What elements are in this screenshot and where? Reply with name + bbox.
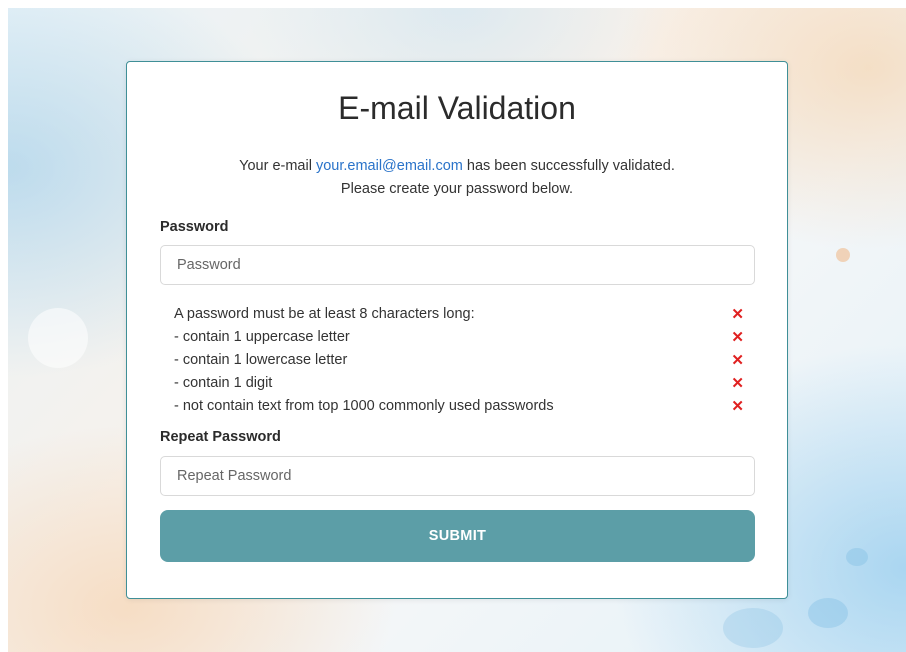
requirement-text: - contain 1 lowercase letter <box>174 352 348 368</box>
requirement-item: A password must be at least 8 characters… <box>174 303 744 326</box>
submit-button[interactable]: SUBMIT <box>160 510 755 562</box>
password-requirements: A password must be at least 8 characters… <box>174 303 744 418</box>
requirement-text: - contain 1 uppercase letter <box>174 329 350 345</box>
requirement-item: - not contain text from top 1000 commonl… <box>174 395 744 418</box>
password-label: Password <box>160 219 229 235</box>
validation-message-instruction: Please create your password below. <box>340 181 574 197</box>
cross-icon: ✕ <box>731 398 744 415</box>
requirement-item: - contain 1 lowercase letter ✕ <box>174 349 744 372</box>
validated-email: your.email@email.com <box>315 158 463 174</box>
password-input[interactable] <box>160 245 755 285</box>
email-validation-card: E-mail Validation Your e-mail your.email… <box>126 61 788 599</box>
background-blot <box>808 598 848 628</box>
repeat-password-input[interactable] <box>160 456 755 496</box>
validation-message-suffix: has been successfully validated. <box>462 158 675 174</box>
requirement-item: - contain 1 digit ✕ <box>174 372 744 395</box>
cross-icon: ✕ <box>731 329 744 346</box>
requirement-item: - contain 1 uppercase letter ✕ <box>174 326 744 349</box>
cross-icon: ✕ <box>731 352 744 369</box>
page-background: E-mail Validation Your e-mail your.email… <box>8 8 906 652</box>
validation-message-prefix: Your e-mail <box>239 158 316 174</box>
background-blot <box>723 608 783 648</box>
requirement-text: - not contain text from top 1000 commonl… <box>174 398 554 414</box>
cross-icon: ✕ <box>731 375 744 392</box>
background-blot <box>846 548 868 566</box>
requirement-text: - contain 1 digit <box>174 375 273 391</box>
requirement-text: A password must be at least 8 characters… <box>174 306 475 322</box>
cross-icon: ✕ <box>731 306 744 323</box>
background-blot <box>28 308 88 368</box>
page-title: E-mail Validation <box>338 90 576 126</box>
background-blot <box>836 248 850 262</box>
repeat-password-label: Repeat Password <box>160 429 281 445</box>
validation-message: Your e-mail your.email@email.com has bee… <box>127 155 787 201</box>
